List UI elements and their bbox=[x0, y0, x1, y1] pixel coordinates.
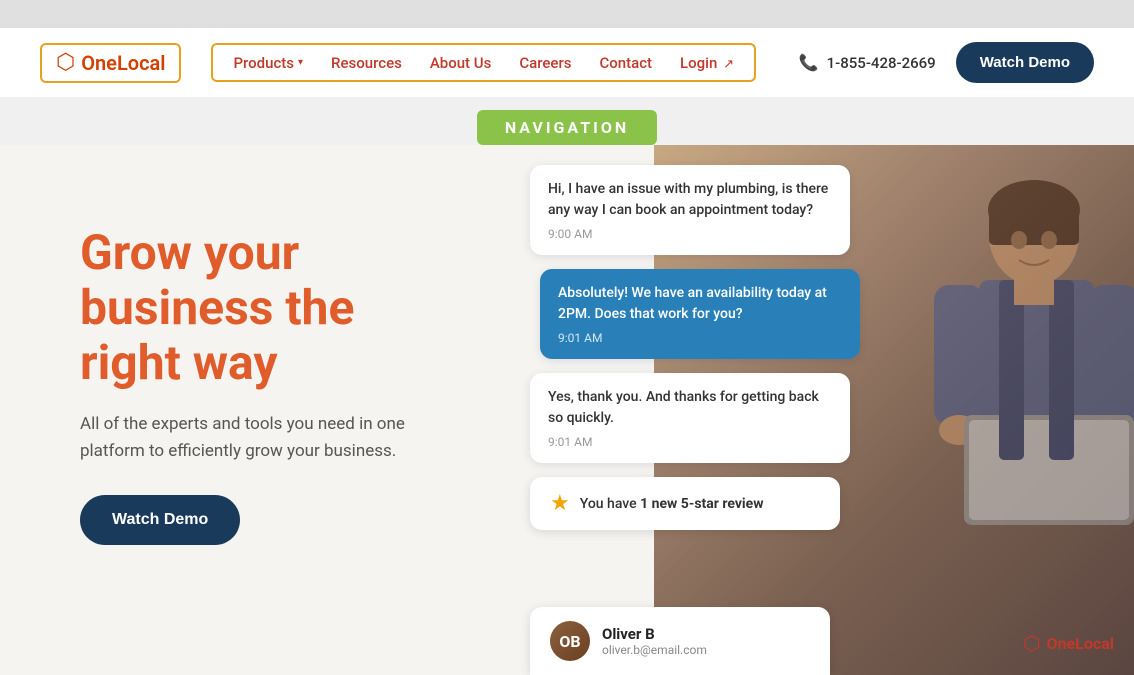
chat-bubble-text-3: Yes, thank you. And thanks for getting b… bbox=[548, 387, 832, 429]
watermark-icon: ⬡ bbox=[1023, 631, 1040, 655]
chat-time-3: 9:01 AM bbox=[548, 435, 832, 449]
login-icon: ↗ bbox=[723, 57, 734, 72]
phone-section[interactable]: 📞 1-855-428-2669 bbox=[799, 53, 936, 72]
watch-demo-button-nav[interactable]: Watch Demo bbox=[956, 42, 1094, 83]
contact-link[interactable]: Contact bbox=[599, 54, 652, 72]
watermark-text: OneLocal bbox=[1047, 634, 1114, 653]
phone-number: 1-855-428-2669 bbox=[827, 54, 936, 72]
oliver-name: Oliver B bbox=[602, 625, 707, 643]
navbar: ⬡ OneLocal Products ▾ Resources About Us bbox=[0, 28, 1134, 98]
watch-demo-button-hero[interactable]: Watch Demo bbox=[80, 495, 240, 545]
chat-time-2: 9:01 AM bbox=[558, 331, 842, 345]
products-link[interactable]: Products ▾ bbox=[233, 54, 303, 72]
top-bar bbox=[0, 0, 1134, 28]
oliver-avatar: OB bbox=[550, 621, 590, 661]
hero-title: Grow your business the right way bbox=[80, 225, 460, 391]
nav-links: Products ▾ Resources About Us Careers bbox=[211, 43, 756, 82]
nav-badge: NAVIGATION bbox=[477, 110, 657, 145]
nav-item-contact[interactable]: Contact bbox=[599, 53, 652, 72]
chat-bubble-1: Hi, I have an issue with my plumbing, is… bbox=[530, 165, 850, 255]
oliver-card: OB Oliver B oliver.b@email.com bbox=[530, 607, 830, 675]
oliver-info: Oliver B oliver.b@email.com bbox=[602, 625, 707, 657]
careers-link[interactable]: Careers bbox=[519, 54, 571, 72]
phone-icon: 📞 bbox=[799, 53, 819, 72]
hero-subtitle: All of the experts and tools you need in… bbox=[80, 411, 460, 465]
nav-item-products[interactable]: Products ▾ bbox=[233, 54, 303, 72]
about-link[interactable]: About Us bbox=[430, 54, 492, 72]
review-notification: ★ You have 1 new 5-star review bbox=[530, 477, 840, 530]
chat-container: Hi, I have an issue with my plumbing, is… bbox=[520, 165, 900, 530]
products-label: Products bbox=[233, 54, 294, 72]
logo[interactable]: ⬡ OneLocal bbox=[40, 43, 181, 83]
nav-left: ⬡ OneLocal Products ▾ Resources About Us bbox=[40, 43, 756, 83]
chat-time-1: 9:00 AM bbox=[548, 227, 832, 241]
hero-left: Grow your business the right way All of … bbox=[0, 145, 520, 675]
nav-right: 📞 1-855-428-2669 Watch Demo bbox=[799, 42, 1094, 83]
hero-right: Hi, I have an issue with my plumbing, is… bbox=[520, 145, 1134, 675]
oliver-email: oliver.b@email.com bbox=[602, 643, 707, 657]
onelocal-watermark: ⬡ OneLocal bbox=[1023, 631, 1114, 655]
chat-bubble-text-2: Absolutely! We have an availability toda… bbox=[558, 283, 842, 325]
nav-badge-row: NAVIGATION bbox=[0, 98, 1134, 145]
main-content: Grow your business the right way All of … bbox=[0, 145, 1134, 675]
logo-icon: ⬡ bbox=[56, 52, 75, 74]
star-icon: ★ bbox=[550, 491, 570, 516]
nav-item-login[interactable]: Login ↗ bbox=[680, 53, 734, 72]
resources-link[interactable]: Resources bbox=[331, 54, 402, 72]
chat-bubble-3: Yes, thank you. And thanks for getting b… bbox=[530, 373, 850, 463]
login-link[interactable]: Login ↗ bbox=[680, 54, 734, 72]
nav-item-about[interactable]: About Us bbox=[430, 53, 492, 72]
chevron-down-icon: ▾ bbox=[298, 57, 303, 68]
chat-bubble-2: Absolutely! We have an availability toda… bbox=[540, 269, 860, 359]
nav-item-careers[interactable]: Careers bbox=[519, 53, 571, 72]
review-text: You have 1 new 5-star review bbox=[580, 496, 764, 512]
nav-item-resources[interactable]: Resources bbox=[331, 53, 402, 72]
logo-text: OneLocal bbox=[81, 51, 165, 75]
chat-bubble-text-1: Hi, I have an issue with my plumbing, is… bbox=[548, 179, 832, 221]
